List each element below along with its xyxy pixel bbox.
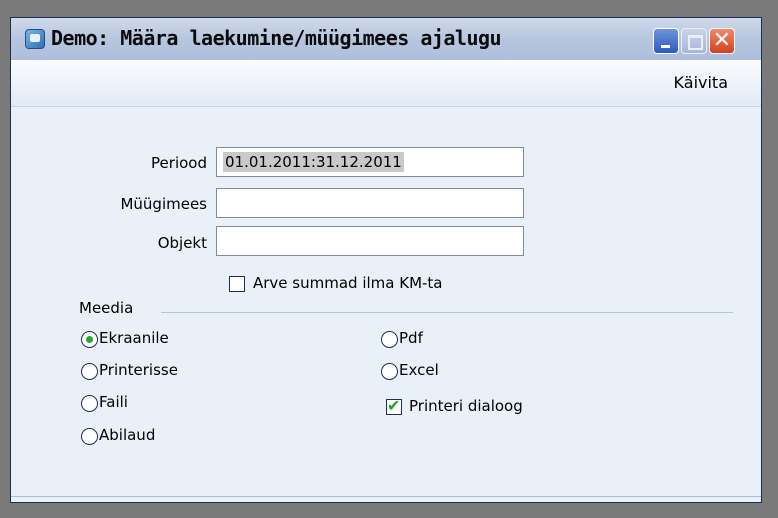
radio-faili[interactable] [81,395,98,412]
radio-selected-dot [86,336,93,343]
radio-abilaud-label: Abilaud [99,426,156,444]
radio-printerisse-label: Printerisse [99,361,178,379]
title-bar[interactable]: Demo: Määra laekumine/müügimees ajalugu … [11,18,761,60]
printer-dialog-checkbox[interactable]: ✔ [386,396,402,415]
radio-excel[interactable] [381,363,398,380]
minimize-button[interactable] [653,28,679,54]
radio-excel-label: Excel [399,361,439,379]
toolbar: Käivita [11,60,761,107]
period-field[interactable]: 01.01.2011:31.12.2011 [216,147,524,177]
app-icon [25,29,45,49]
object-label: Objekt [157,234,207,252]
radio-ekraanile-label: Ekraanile [99,329,169,347]
run-button[interactable]: Käivita [674,73,728,92]
close-icon: ✕ [712,28,732,53]
radio-ekraanile[interactable] [81,331,98,348]
window-title: Demo: Määra laekumine/müügimees ajalugu [51,26,502,50]
close-button[interactable]: ✕ [709,28,735,54]
vat-checkbox[interactable] [229,276,245,292]
media-separator [161,312,733,313]
radio-pdf[interactable] [381,331,398,348]
printer-dialog-label: Printeri dialoog [409,397,523,415]
dialog-window: Demo: Määra laekumine/müügimees ajalugu … [10,17,762,503]
period-value: 01.01.2011:31.12.2011 [223,152,404,172]
period-label: Periood [151,154,207,172]
radio-abilaud[interactable] [81,428,98,445]
radio-faili-label: Faili [99,393,128,411]
maximize-button[interactable] [681,28,707,54]
object-field[interactable] [216,226,524,256]
checkmark-icon: ✔ [387,396,401,415]
salesperson-field[interactable] [216,188,524,218]
bottom-border [11,496,761,497]
vat-checkbox-label: Arve summad ilma KM-ta [253,274,443,292]
salesperson-label: Müügimees [120,195,207,213]
radio-printerisse[interactable] [81,363,98,380]
radio-pdf-label: Pdf [399,329,423,347]
media-group-label: Meedia [79,299,134,317]
